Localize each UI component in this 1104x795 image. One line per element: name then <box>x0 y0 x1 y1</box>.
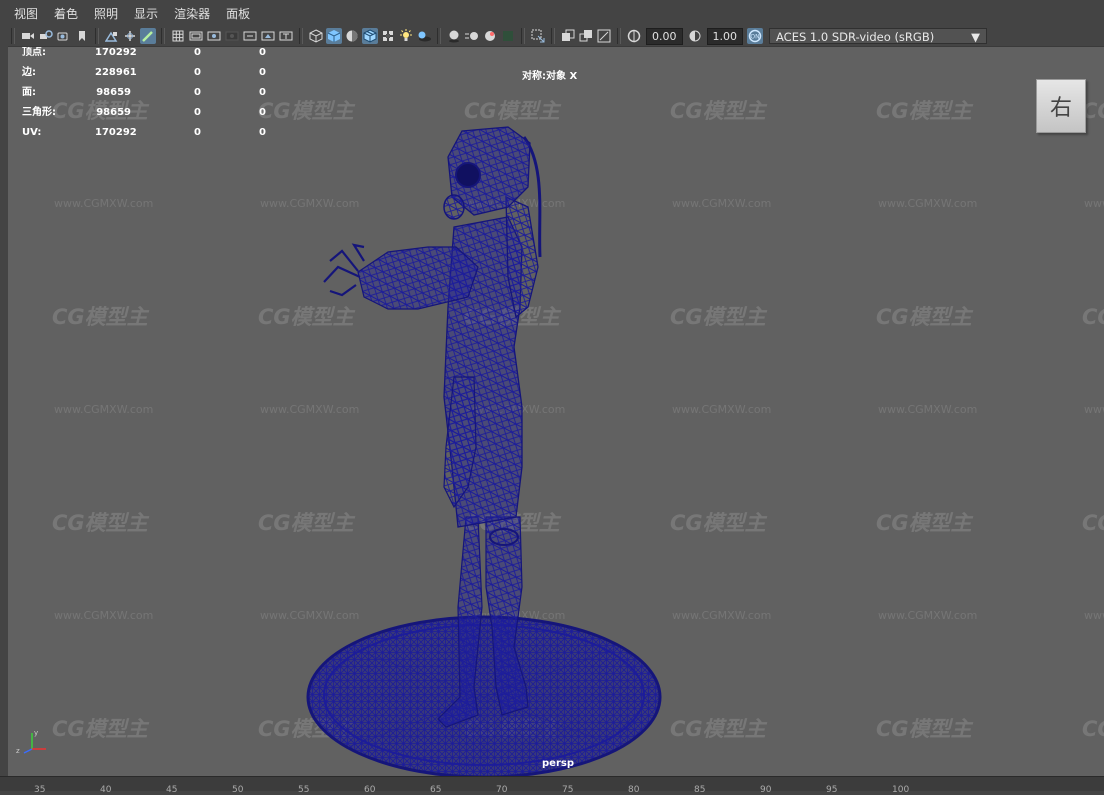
toolbar-separator <box>161 28 165 44</box>
motion-blur-icon[interactable] <box>464 28 480 44</box>
color-management-icon[interactable]: ON <box>747 28 763 44</box>
chevron-down-icon: ▼ <box>971 30 980 44</box>
isolate-select-icon[interactable] <box>530 28 546 44</box>
toolbar-separator <box>437 28 441 44</box>
wireframe-on-shaded-icon[interactable] <box>362 28 378 44</box>
toolbar-separator <box>521 28 525 44</box>
default-material-icon[interactable] <box>344 28 360 44</box>
menu-renderer[interactable]: 渲染器 <box>166 5 218 22</box>
timeline-tick: 60 <box>364 785 376 795</box>
hud-value: 0 <box>259 67 266 78</box>
axis-gizmo-icon: y z <box>16 729 46 755</box>
multisample-aa-icon[interactable] <box>482 28 498 44</box>
field-chart-icon[interactable] <box>242 28 258 44</box>
timeline-tick: 85 <box>694 785 706 795</box>
hud-value: 170292 <box>95 127 137 138</box>
menu-lighting[interactable]: 照明 <box>86 5 126 22</box>
hud-value: 98659 <box>96 87 131 98</box>
wireframe-icon[interactable] <box>308 28 324 44</box>
xray-icon[interactable] <box>560 28 576 44</box>
timeline-tick: 35 <box>34 785 46 795</box>
menu-view[interactable]: 视图 <box>6 5 46 22</box>
hud-value: 0 <box>194 87 201 98</box>
backface-culling-icon[interactable] <box>596 28 612 44</box>
hud-label: 边: <box>22 67 36 78</box>
time-slider-ruler[interactable]: 35 40 45 50 55 60 65 70 75 80 85 90 95 100 <box>0 776 1104 795</box>
toolbar-separator <box>551 28 555 44</box>
xray-joints-icon[interactable] <box>578 28 594 44</box>
viewport-3d[interactable]: CG模型主CG模型主CG模型主CG模型主CG模型主CG模型主CG模型主CG模型主… <box>8 46 1104 777</box>
hud-value: 170292 <box>95 47 137 58</box>
wireframe-model <box>306 126 662 777</box>
grease-pencil-icon[interactable] <box>140 28 156 44</box>
anti-aliasing-icon[interactable] <box>500 28 516 44</box>
safe-title-icon[interactable] <box>278 28 294 44</box>
hud-value: 0 <box>259 47 266 58</box>
safe-action-icon[interactable] <box>260 28 276 44</box>
camera-select-icon[interactable] <box>20 28 36 44</box>
gamma-field[interactable]: 1.00 <box>706 27 743 45</box>
resolution-gate-icon[interactable] <box>206 28 222 44</box>
hud-value: 0 <box>194 47 201 58</box>
hud-label: 顶点: <box>22 47 46 58</box>
view-transform-select[interactable]: ACES 1.0 SDR-video (sRGB) ▼ <box>769 28 987 44</box>
hud-value: 0 <box>194 107 201 118</box>
axis-z-label: z <box>16 747 20 755</box>
timeline-tick: 65 <box>430 785 442 795</box>
timeline-tick: 40 <box>100 785 112 795</box>
timeline-tick: 75 <box>562 785 574 795</box>
timeline-tick: 80 <box>628 785 640 795</box>
film-gate-icon[interactable] <box>188 28 204 44</box>
hud-value: 0 <box>259 127 266 138</box>
hud-value: 0 <box>259 107 266 118</box>
hud-value: 0 <box>194 67 201 78</box>
menu-shading[interactable]: 着色 <box>46 5 86 22</box>
symmetry-label: 对称:对象 X <box>522 71 578 82</box>
gamma-icon[interactable] <box>687 28 703 44</box>
textured-icon[interactable] <box>380 28 396 44</box>
timeline-tick: 50 <box>232 785 244 795</box>
view-transform-value: ACES 1.0 SDR-video (sRGB) <box>776 30 935 44</box>
smooth-shade-icon[interactable] <box>326 28 342 44</box>
hud-value: 0 <box>259 87 266 98</box>
bookmark-icon[interactable] <box>74 28 90 44</box>
hud-label: 三角形: <box>22 107 56 118</box>
hud-value: 0 <box>194 127 201 138</box>
hud-value: 228961 <box>95 67 137 78</box>
grid-icon[interactable] <box>170 28 186 44</box>
hud-label: 面: <box>22 87 36 98</box>
hud-value: 98659 <box>96 107 131 118</box>
pedestal-mesh <box>306 615 662 777</box>
use-all-lights-icon[interactable] <box>398 28 414 44</box>
menu-panels[interactable]: 面板 <box>218 5 258 22</box>
camera-tools-icon[interactable] <box>56 28 72 44</box>
timeline-tick: 90 <box>760 785 772 795</box>
menu-show[interactable]: 显示 <box>126 5 166 22</box>
2d-pan-zoom-icon[interactable] <box>122 28 138 44</box>
svg-text:ON: ON <box>750 34 759 41</box>
timeline-tick: 55 <box>298 785 310 795</box>
viewport-menubar: 视图 着色 照明 显示 渲染器 面板 <box>0 0 1104 26</box>
toolbar-separator <box>617 28 621 44</box>
timeline-tick: 70 <box>496 785 508 795</box>
viewport-toolbar: 0.00 1.00 ON ACES 1.0 SDR-video (sRGB) ▼ <box>0 26 1104 46</box>
timeline-tick: 100 <box>892 785 910 795</box>
image-plane-icon[interactable] <box>104 28 120 44</box>
shadows-icon[interactable] <box>416 28 432 44</box>
camera-attributes-icon[interactable] <box>38 28 54 44</box>
viewcube[interactable]: 右 <box>1036 79 1086 133</box>
viewcube-face-label: 右 <box>1049 96 1072 121</box>
hud-label: UV: <box>22 127 42 138</box>
toolbar-separator <box>11 28 15 44</box>
toolbar-separator <box>95 28 99 44</box>
camera-name-label: persp <box>542 758 574 769</box>
timeline-tick: 45 <box>166 785 178 795</box>
gate-mask-icon[interactable] <box>224 28 240 44</box>
timeline-tick: 95 <box>826 785 838 795</box>
toolbar-separator <box>299 28 303 44</box>
screen-space-ao-icon[interactable] <box>446 28 462 44</box>
axis-y-label: y <box>34 729 38 737</box>
exposure-field[interactable]: 0.00 <box>646 27 683 45</box>
exposure-icon[interactable] <box>626 28 642 44</box>
